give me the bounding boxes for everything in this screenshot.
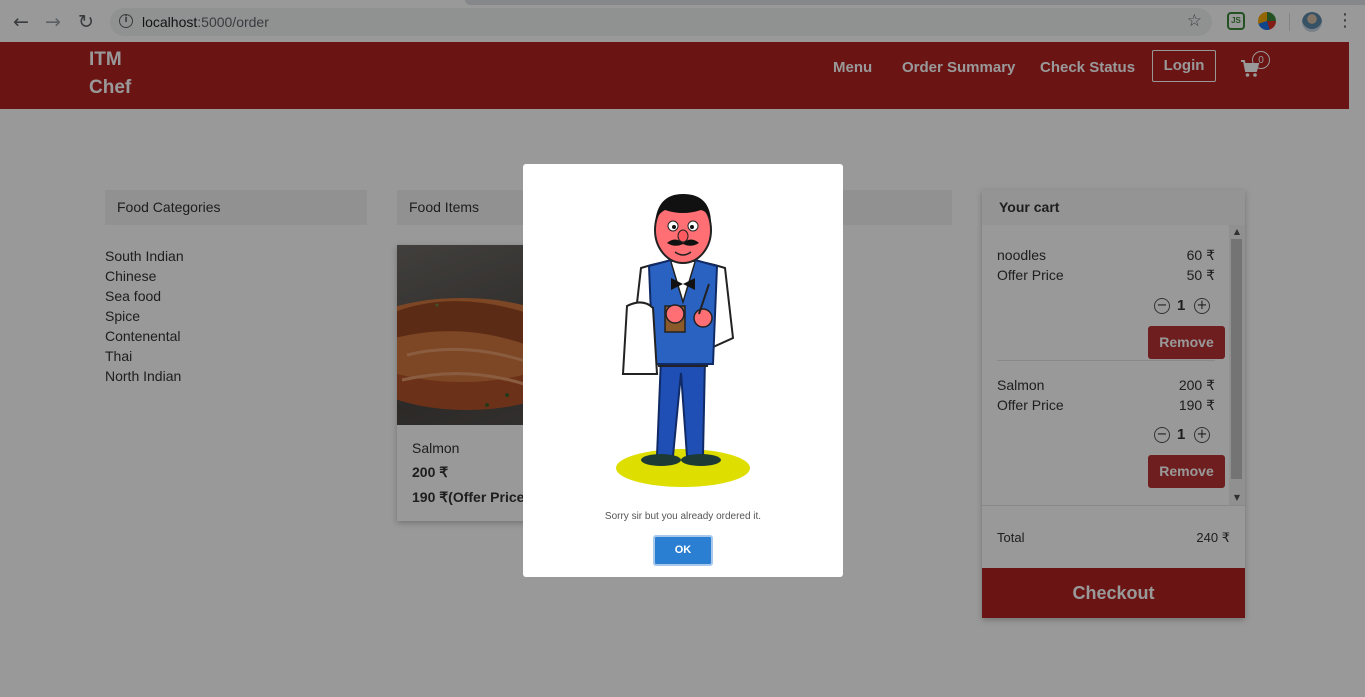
modal-message: Sorry sir but you already ordered it.: [604, 511, 762, 522]
alert-modal: Sorry sir but you already ordered it. OK: [523, 164, 843, 577]
ok-button[interactable]: OK: [653, 535, 713, 566]
waiter-illustration: [616, 194, 750, 487]
